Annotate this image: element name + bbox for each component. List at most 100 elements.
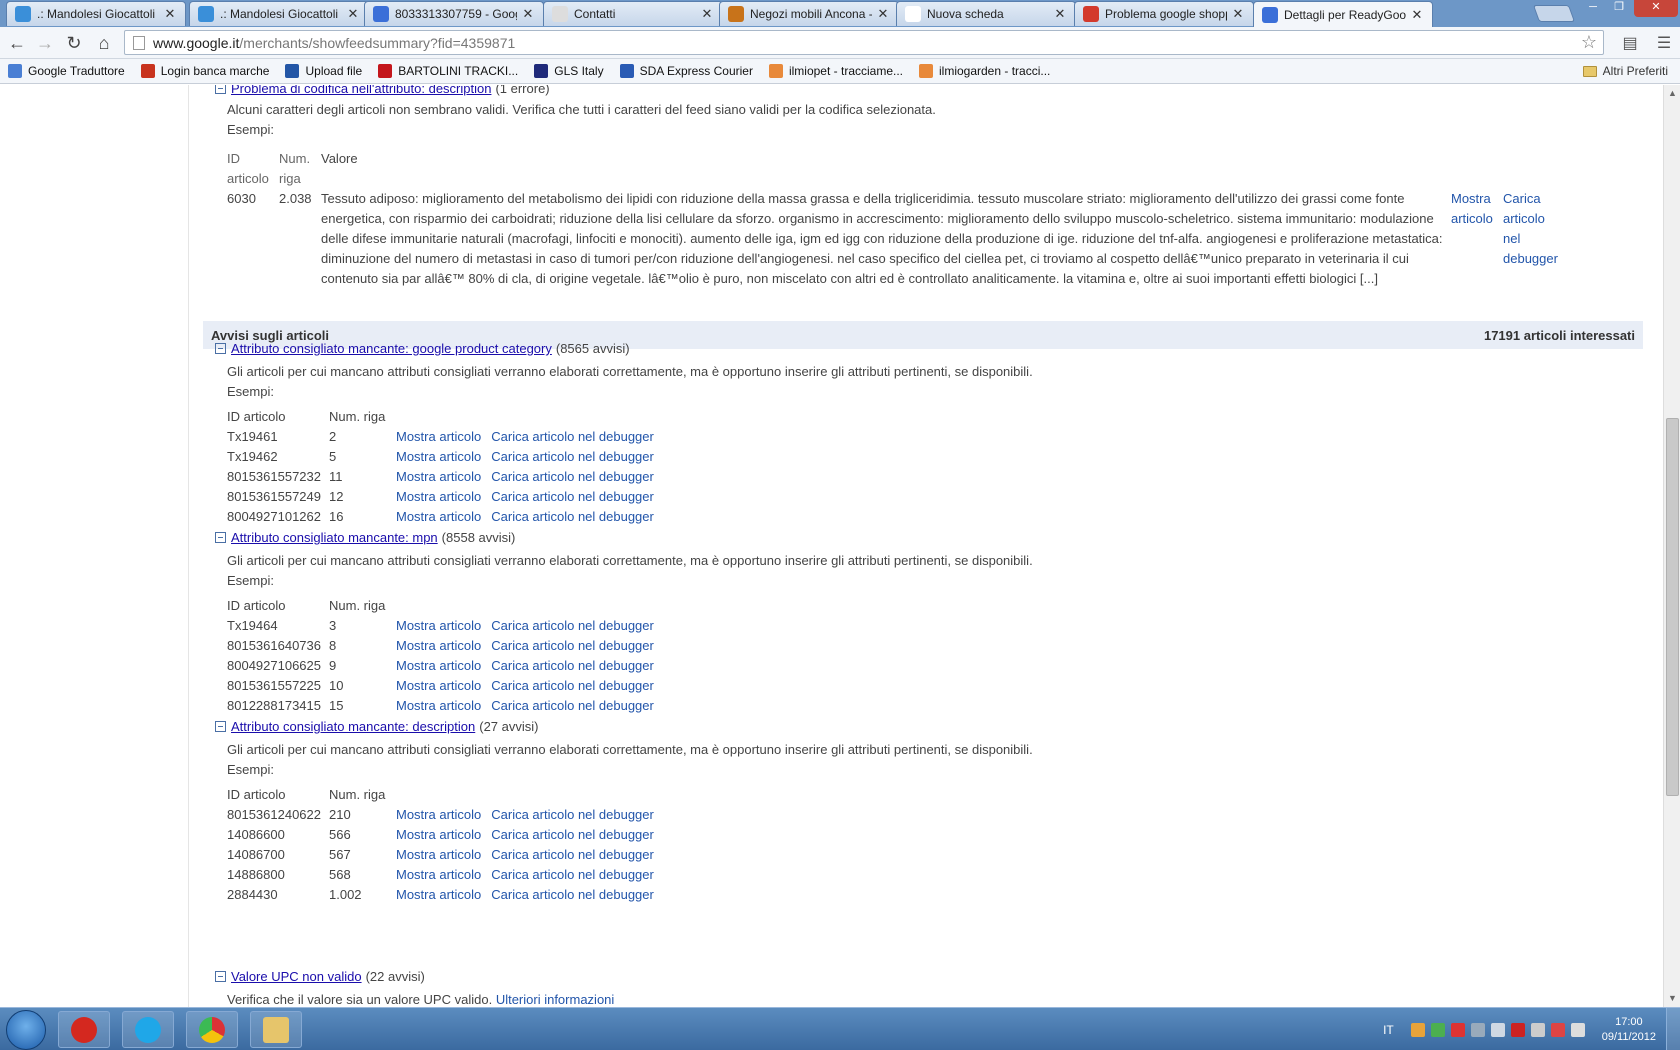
issue-link[interactable]: Attributo consigliato mancante: mpn bbox=[231, 530, 438, 545]
collapse-icon[interactable] bbox=[215, 85, 226, 94]
taskbar-app-skype[interactable] bbox=[122, 1011, 174, 1048]
tab-close-icon[interactable]: ✕ bbox=[1410, 7, 1424, 23]
language-indicator[interactable]: IT bbox=[1383, 1023, 1394, 1037]
close-window-button[interactable]: ✕ bbox=[1634, 0, 1678, 17]
show-article-link[interactable]: Mostra articolo bbox=[396, 467, 481, 487]
tab-close-icon[interactable]: ✕ bbox=[346, 6, 360, 22]
new-tab-button[interactable] bbox=[1532, 5, 1576, 22]
load-in-debugger-link[interactable]: Carica articolo nel debugger bbox=[491, 885, 654, 905]
back-arrow-icon[interactable]: ← bbox=[6, 33, 28, 53]
taskbar-app-explorer[interactable] bbox=[250, 1011, 302, 1048]
load-in-debugger-link[interactable]: Carica articolo nel debugger bbox=[491, 507, 654, 527]
show-article-link[interactable]: Mostra articolo bbox=[396, 825, 481, 845]
show-article-link[interactable]: Mostra articolo bbox=[396, 696, 481, 716]
reload-icon[interactable]: ↻ bbox=[63, 33, 85, 53]
forward-arrow-icon[interactable]: → bbox=[34, 33, 56, 53]
bookmark-item[interactable]: Google Traduttore bbox=[8, 64, 125, 78]
minimize-button[interactable]: ─ bbox=[1582, 0, 1604, 17]
tray-message-icon[interactable] bbox=[1490, 1022, 1505, 1037]
collapse-icon[interactable] bbox=[215, 721, 226, 732]
show-desktop-button[interactable] bbox=[1666, 1008, 1680, 1050]
show-article-link[interactable]: Mostra articolo bbox=[396, 805, 481, 825]
browser-tab[interactable]: 8033313307759 - Google S ✕ bbox=[364, 1, 544, 26]
browser-tab[interactable]: Dettagli per ReadyGoogle ✕ bbox=[1253, 1, 1433, 27]
home-icon[interactable]: ⌂ bbox=[93, 33, 115, 53]
more-info-link[interactable]: Ulteriori informazioni bbox=[496, 992, 614, 1007]
load-in-debugger-link[interactable]: Carica articolo nel debugger bbox=[491, 636, 654, 656]
tray-check-icon[interactable] bbox=[1430, 1022, 1445, 1037]
bookmark-item[interactable]: ilmiogarden - tracci... bbox=[919, 64, 1050, 78]
collapse-icon[interactable] bbox=[215, 971, 226, 982]
collapse-icon[interactable] bbox=[215, 532, 226, 543]
extension-icon[interactable]: ▤ bbox=[1620, 33, 1640, 53]
bookmark-item[interactable]: Login banca marche bbox=[140, 64, 269, 78]
browser-tab[interactable]: .: Mandolesi Giocattoli :. ‹ ✕ bbox=[189, 1, 369, 26]
scroll-down-icon[interactable]: ▼ bbox=[1664, 990, 1680, 1007]
issue-link[interactable]: Problema di codifica nell'attributo: des… bbox=[231, 85, 491, 96]
other-bookmarks[interactable]: Altri Preferiti bbox=[1582, 64, 1668, 78]
bookmark-item[interactable]: BARTOLINI TRACKI... bbox=[378, 64, 518, 78]
bookmark-item[interactable]: GLS Italy bbox=[534, 64, 604, 78]
taskbar-app-strawberry[interactable] bbox=[58, 1011, 110, 1048]
show-article-link[interactable]: Mostra articolo bbox=[396, 636, 481, 656]
tab-close-icon[interactable]: ✕ bbox=[876, 6, 890, 22]
address-bar[interactable]: www.google.it/merchants/showfeedsummary?… bbox=[124, 30, 1604, 55]
tray-volume-icon[interactable] bbox=[1570, 1022, 1585, 1037]
browser-tab[interactable]: Negozi mobili Ancona - M ✕ bbox=[719, 1, 899, 26]
scroll-thumb[interactable] bbox=[1666, 418, 1679, 796]
issue-link[interactable]: Attributo consigliato mancante: descript… bbox=[231, 719, 475, 734]
load-in-debugger-link[interactable]: Carica articolo nel debugger bbox=[491, 805, 654, 825]
load-in-debugger-link[interactable]: Carica articolo nel debugger bbox=[491, 467, 654, 487]
vertical-scrollbar[interactable]: ▲ ▼ bbox=[1663, 85, 1680, 1007]
browser-tab[interactable]: Nuova scheda ✕ bbox=[896, 1, 1076, 26]
issue-link[interactable]: Valore UPC non valido bbox=[231, 969, 362, 984]
show-article-link[interactable]: Mostra articolo bbox=[396, 427, 481, 447]
tray-network-icon[interactable] bbox=[1550, 1022, 1565, 1037]
tray-ati-icon[interactable] bbox=[1510, 1022, 1525, 1037]
load-in-debugger-link[interactable]: Carica articolo nel debugger bbox=[1503, 189, 1563, 289]
scroll-up-icon[interactable]: ▲ bbox=[1664, 85, 1680, 102]
tray-acrobat-icon[interactable] bbox=[1450, 1022, 1465, 1037]
taskbar-app-chrome[interactable] bbox=[186, 1011, 238, 1048]
bookmark-item[interactable]: SDA Express Courier bbox=[619, 64, 753, 78]
load-in-debugger-link[interactable]: Carica articolo nel debugger bbox=[491, 865, 654, 885]
load-in-debugger-link[interactable]: Carica articolo nel debugger bbox=[491, 447, 654, 467]
restore-button[interactable]: ❐ bbox=[1608, 0, 1630, 17]
show-article-link[interactable]: Mostra articolo bbox=[396, 487, 481, 507]
show-article-link[interactable]: Mostra articolo bbox=[1451, 189, 1503, 289]
load-in-debugger-link[interactable]: Carica articolo nel debugger bbox=[491, 845, 654, 865]
load-in-debugger-link[interactable]: Carica articolo nel debugger bbox=[491, 825, 654, 845]
tab-close-icon[interactable]: ✕ bbox=[521, 6, 535, 22]
load-in-debugger-link[interactable]: Carica articolo nel debugger bbox=[491, 696, 654, 716]
clock[interactable]: 17:00 09/11/2012 bbox=[1602, 1015, 1656, 1045]
tab-close-icon[interactable]: ✕ bbox=[163, 6, 177, 22]
show-article-link[interactable]: Mostra articolo bbox=[396, 865, 481, 885]
show-article-link[interactable]: Mostra articolo bbox=[396, 507, 481, 527]
load-in-debugger-link[interactable]: Carica articolo nel debugger bbox=[491, 656, 654, 676]
bookmark-item[interactable]: Upload file bbox=[285, 64, 362, 78]
issue-link[interactable]: Attributo consigliato mancante: google p… bbox=[231, 341, 552, 356]
show-article-link[interactable]: Mostra articolo bbox=[396, 616, 481, 636]
browser-tab[interactable]: Problema google shoppin ✕ bbox=[1074, 1, 1254, 26]
tray-display-icon[interactable] bbox=[1530, 1022, 1545, 1037]
show-article-link[interactable]: Mostra articolo bbox=[396, 885, 481, 905]
load-in-debugger-link[interactable]: Carica articolo nel debugger bbox=[491, 616, 654, 636]
show-article-link[interactable]: Mostra articolo bbox=[396, 845, 481, 865]
load-in-debugger-link[interactable]: Carica articolo nel debugger bbox=[491, 676, 654, 696]
show-article-link[interactable]: Mostra articolo bbox=[396, 447, 481, 467]
show-article-link[interactable]: Mostra articolo bbox=[396, 656, 481, 676]
show-article-link[interactable]: Mostra articolo bbox=[396, 676, 481, 696]
start-button-icon[interactable] bbox=[6, 1010, 46, 1050]
load-in-debugger-link[interactable]: Carica articolo nel debugger bbox=[491, 487, 654, 507]
menu-icon[interactable]: ☰ bbox=[1654, 33, 1674, 53]
browser-tab[interactable]: Contatti ✕ bbox=[543, 1, 723, 26]
browser-tab[interactable]: .: Mandolesi Giocattoli :. ‹ ✕ bbox=[6, 1, 186, 26]
tab-close-icon[interactable]: ✕ bbox=[1053, 6, 1067, 22]
load-in-debugger-link[interactable]: Carica articolo nel debugger bbox=[491, 427, 654, 447]
bookmark-item[interactable]: ilmiopet - tracciame... bbox=[768, 64, 903, 78]
bookmark-star-icon[interactable]: ☆ bbox=[1581, 32, 1597, 53]
tray-warning-icon[interactable] bbox=[1410, 1022, 1425, 1037]
collapse-icon[interactable] bbox=[215, 343, 226, 354]
tab-close-icon[interactable]: ✕ bbox=[700, 6, 714, 22]
tray-device-icon[interactable] bbox=[1470, 1022, 1485, 1037]
